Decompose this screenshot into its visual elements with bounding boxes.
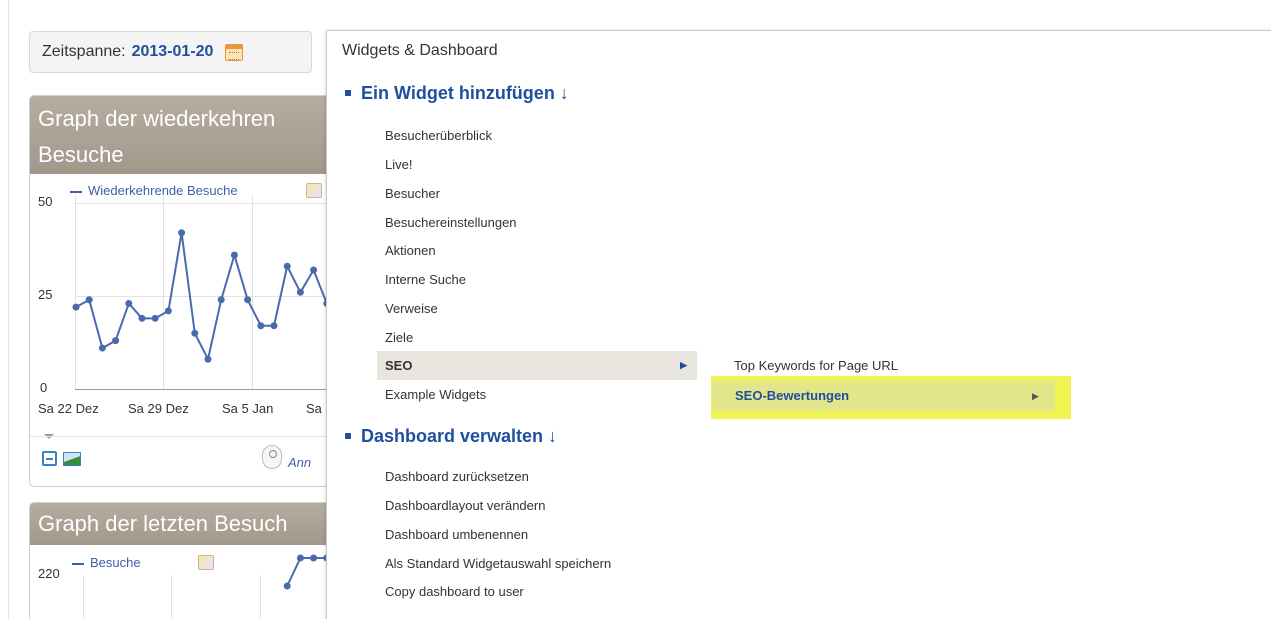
submenu-arrow-icon: ▶	[680, 360, 687, 370]
menu-item-verweise[interactable]: Verweise	[377, 294, 697, 323]
bullet-icon	[345, 432, 351, 439]
data-point[interactable]	[98, 344, 106, 352]
menu-item-ziele[interactable]: Ziele	[377, 323, 697, 352]
returning-visits-chart[interactable]	[30, 96, 339, 436]
period-label: Zeitspanne:	[42, 43, 126, 60]
data-point[interactable]	[296, 288, 304, 296]
widget-footer: Ann	[30, 436, 338, 486]
add-widget-section[interactable]: Ein Widget hinzufügen ↓	[345, 83, 569, 104]
data-point[interactable]	[296, 554, 304, 562]
menu-item-aktionen[interactable]: Aktionen	[377, 236, 697, 265]
period-value[interactable]: 2013-01-20	[132, 43, 214, 61]
data-point[interactable]	[270, 322, 278, 330]
data-point[interactable]	[283, 262, 291, 270]
menu-item-besucherueberblick[interactable]: Besucherüberblick	[377, 121, 697, 150]
export-image-icon[interactable]	[63, 452, 81, 466]
x-tick: Sa 29 Dez	[128, 401, 189, 416]
x-tick: Sa 5 Jan	[222, 401, 274, 416]
submenu-arrow-icon: ▶	[1032, 391, 1039, 401]
data-point[interactable]	[230, 251, 238, 259]
menu-item-change-layout[interactable]: Dashboardlayout verändern	[377, 491, 697, 520]
manage-dashboard-section[interactable]: Dashboard verwalten ↓	[345, 426, 557, 447]
menu-item-besuchereinstellungen[interactable]: Besuchereinstellungen	[377, 208, 697, 237]
data-point[interactable]	[151, 314, 159, 322]
menu-item-seo[interactable]: SEO ▶	[377, 351, 697, 380]
data-point[interactable]	[310, 554, 318, 562]
widgets-dashboard-menu: Widgets & Dashboard Ein Widget hinzufüge…	[326, 30, 1271, 619]
annotations-link[interactable]: Ann	[288, 455, 311, 470]
data-point[interactable]	[72, 303, 80, 311]
data-point[interactable]	[191, 329, 199, 337]
last-visits-chart[interactable]	[30, 503, 339, 619]
menu-item-rename-dashboard[interactable]: Dashboard umbenennen	[377, 520, 697, 549]
x-tick: Sa	[306, 401, 322, 416]
menu-title: Widgets & Dashboard	[342, 42, 498, 59]
bullet-icon	[345, 89, 351, 96]
data-point[interactable]	[125, 299, 133, 307]
data-point[interactable]	[244, 296, 252, 304]
data-point[interactable]	[112, 337, 120, 345]
manage-dashboard-heading: Dashboard verwalten ↓	[361, 426, 558, 446]
menu-item-besucher[interactable]: Besucher	[377, 179, 697, 208]
data-point[interactable]	[204, 355, 212, 363]
period-selector[interactable]: Zeitspanne: 2013-01-20	[29, 31, 312, 73]
data-point[interactable]	[164, 307, 172, 315]
export-data-icon[interactable]	[42, 451, 57, 466]
menu-item-seo-label: SEO	[385, 358, 413, 373]
menu-item-save-default[interactable]: Als Standard Widgetauswahl speichern	[377, 549, 697, 578]
menu-item-reset-dashboard[interactable]: Dashboard zurücksetzen	[377, 462, 697, 491]
x-tick: Sa 22 Dez	[38, 401, 99, 416]
menu-item-example-widgets[interactable]: Example Widgets	[377, 380, 697, 409]
widget-last-visits: Graph der letzten Besuch Besuche 220	[29, 502, 339, 619]
annotation-marker-icon[interactable]	[262, 445, 282, 469]
data-point[interactable]	[217, 296, 225, 304]
submenu-item-seo-bewertungen-label: SEO-Bewertungen	[735, 388, 850, 403]
data-point[interactable]	[310, 266, 318, 274]
menu-item-copy-dashboard[interactable]: Copy dashboard to user	[377, 577, 697, 606]
data-point[interactable]	[283, 582, 291, 590]
data-point[interactable]	[257, 322, 265, 330]
menu-item-live[interactable]: Live!	[377, 150, 697, 179]
page-edge	[8, 0, 9, 619]
widget-returning-visits: Graph der wiederkehren Besuche Wiederkeh…	[29, 95, 339, 487]
data-point[interactable]	[85, 296, 93, 304]
calendar-icon[interactable]	[225, 43, 244, 61]
data-point[interactable]	[178, 229, 186, 237]
data-point[interactable]	[138, 314, 146, 322]
menu-item-interne-suche[interactable]: Interne Suche	[377, 265, 697, 294]
add-widget-heading: Ein Widget hinzufügen ↓	[361, 83, 569, 103]
